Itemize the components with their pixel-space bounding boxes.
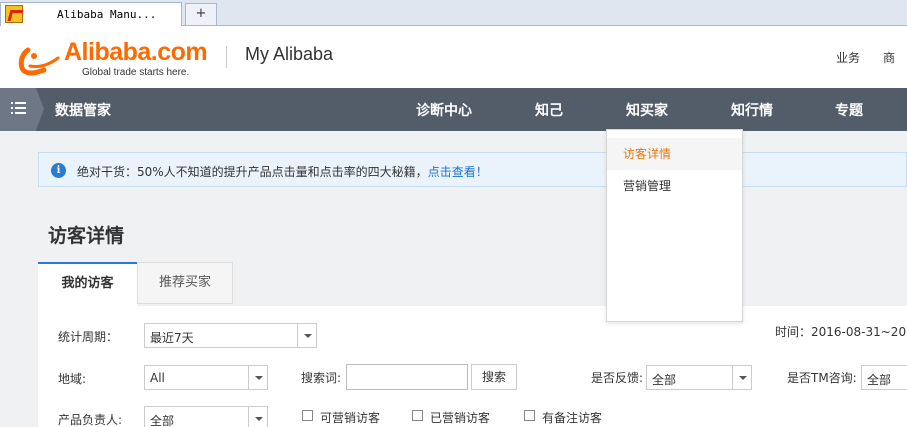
chevron-down-icon — [248, 366, 267, 389]
region-select-value: All — [150, 371, 165, 385]
logo-wordmark: Alibaba.com — [64, 38, 208, 66]
tm-label: 是否TM咨询: — [787, 371, 857, 385]
keyword-input[interactable] — [346, 364, 468, 390]
chevron-down-icon — [732, 366, 751, 389]
site-header: Alibaba.com Global trade starts here. My… — [0, 27, 907, 88]
nav-item-topics[interactable]: 专题 — [835, 100, 863, 120]
nav-menu-toggle[interactable] — [0, 88, 44, 131]
nav-item-diagnosis[interactable]: 诊断中心 — [416, 100, 472, 120]
browser-tabbar: Alibaba Manu... + — [0, 0, 907, 26]
browser-tab-title: Alibaba Manu... — [57, 8, 157, 21]
visitor-tabs: 我的访客 推荐买家 — [38, 262, 907, 306]
tab-my-visitors[interactable]: 我的访客 — [38, 262, 137, 306]
feedback-select[interactable]: 全部 — [646, 365, 752, 390]
header-divider — [226, 46, 227, 68]
chevron-down-icon — [248, 407, 267, 427]
info-icon: i — [51, 163, 66, 178]
alibaba-logo[interactable]: Alibaba.com Global trade starts here. — [18, 38, 218, 82]
header-link-shop[interactable]: 商 — [883, 49, 895, 66]
browser-tab[interactable]: Alibaba Manu... — [0, 2, 182, 26]
noted-label: 有备注访客 — [542, 411, 603, 425]
time-range-value: 2016-08-31~20 — [811, 325, 907, 339]
chevron-down-icon — [297, 324, 316, 347]
nav-brand[interactable]: 数据管家 — [55, 100, 111, 120]
new-tab-button[interactable]: + — [185, 3, 217, 25]
filter-form: 统计周期： 最近7天 时间：2016-08-31~20 地域: All 搜索词:… — [38, 306, 907, 427]
section-title[interactable]: My Alibaba — [245, 44, 333, 65]
search-button[interactable]: 搜索 — [471, 364, 517, 390]
header-link-business[interactable]: 业务 — [836, 49, 860, 66]
main-content: i 绝对干货：50%人不知道的提升产品点击量和点击率的四大秘籍，点击查看！ 访客… — [0, 131, 907, 427]
dropdown-item-visitor-details[interactable]: 访客详情 — [607, 138, 742, 170]
know-buyers-dropdown: 访客详情 营销管理 — [606, 129, 743, 322]
period-label: 统计周期： — [58, 330, 119, 344]
marketed-checkbox[interactable] — [412, 410, 423, 421]
tm-select[interactable]: 全部 — [861, 365, 907, 390]
visitor-panel: 访客详情 我的访客 推荐买家 统计周期： 最近7天 时间：2016-08-31~… — [38, 207, 907, 427]
time-label-text: 时间： — [775, 325, 812, 339]
period-select-value: 最近7天 — [150, 331, 194, 345]
notice-link[interactable]: 点击查看！ — [428, 165, 488, 179]
region-select[interactable]: All — [144, 365, 268, 390]
owner-select-value: 全部 — [150, 414, 175, 427]
hamburger-menu-icon — [11, 102, 26, 115]
marketed-label: 已营销访客 — [430, 411, 491, 425]
dropdown-item-marketing[interactable]: 营销管理 — [607, 170, 742, 202]
notice-banner: i 绝对干货：50%人不知道的提升产品点击量和点击率的四大秘籍，点击查看！ — [38, 152, 907, 187]
marketable-checkbox[interactable] — [302, 410, 313, 421]
time-label: 时间：2016-08-31~20 — [775, 323, 906, 340]
tab-recommended-buyers[interactable]: 推荐买家 — [137, 262, 233, 304]
noted-checkbox[interactable] — [524, 410, 535, 421]
notice-message: 绝对干货：50%人不知道的提升产品点击量和点击率的四大秘籍， — [77, 165, 428, 179]
alibaba-smile-icon — [18, 47, 60, 76]
page-title: 访客详情 — [48, 225, 125, 247]
keyword-label: 搜索词: — [301, 371, 342, 385]
tm-select-value: 全部 — [867, 373, 892, 387]
feedback-select-value: 全部 — [652, 373, 677, 387]
nav-item-know-buyers[interactable]: 知买家 — [626, 100, 668, 132]
main-nav: 数据管家 诊断中心 知己 知买家 知行情 专题 — [0, 88, 907, 132]
logo-tagline: Global trade starts here. — [82, 67, 190, 78]
feedback-label: 是否反馈: — [591, 371, 644, 385]
nav-item-market[interactable]: 知行情 — [731, 100, 773, 120]
region-label: 地域: — [58, 372, 87, 386]
notice-text: 绝对干货：50%人不知道的提升产品点击量和点击率的四大秘籍，点击查看！ — [77, 163, 488, 180]
favicon-icon — [5, 5, 23, 23]
period-select[interactable]: 最近7天 — [144, 323, 317, 348]
owner-label: 产品负责人: — [58, 413, 123, 427]
nav-item-know-self[interactable]: 知己 — [535, 100, 563, 120]
marketable-label: 可营销访客 — [320, 411, 381, 425]
owner-select[interactable]: 全部 — [144, 406, 268, 427]
